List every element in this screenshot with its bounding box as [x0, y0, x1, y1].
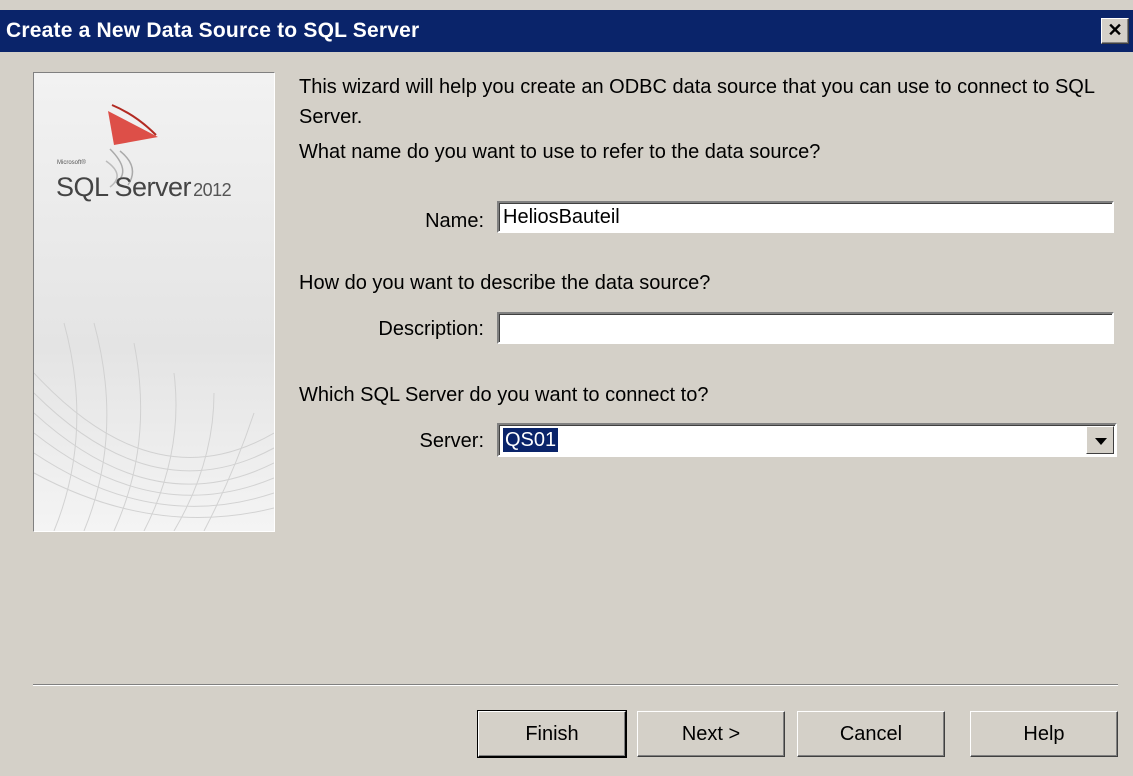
finish-button[interactable]: Finish	[477, 710, 627, 758]
close-icon: ✕	[1107, 20, 1123, 40]
description-question: How do you want to describe the data sou…	[299, 272, 711, 294]
microsoft-label: Microsoft®	[57, 160, 86, 166]
product-version: 2012	[193, 180, 232, 200]
server-label: Server:	[419, 430, 484, 452]
next-button[interactable]: Next >	[637, 711, 785, 757]
help-button[interactable]: Help	[970, 711, 1118, 757]
side-image-art	[34, 73, 274, 531]
server-combobox-value: QS01	[503, 428, 559, 452]
name-label: Name:	[425, 210, 484, 232]
intro-line-1: This wizard will help you create an ODBC…	[299, 76, 1095, 128]
product-logo-text: SQL Server 2012	[56, 172, 232, 203]
cancel-button[interactable]: Cancel	[797, 711, 945, 757]
wizard-dialog: Create a New Data Source to SQL Server ✕	[0, 0, 1133, 776]
button-separator	[33, 684, 1118, 686]
wizard-side-image: Microsoft® SQL Server 2012	[33, 72, 275, 532]
intro-text: This wizard will help you create an ODBC…	[299, 72, 1119, 167]
chevron-down-icon	[1095, 438, 1107, 445]
close-button[interactable]: ✕	[1101, 18, 1129, 44]
server-question: Which SQL Server do you want to connect …	[299, 384, 709, 406]
window-title: Create a New Data Source to SQL Server	[6, 19, 420, 42]
server-combobox[interactable]: QS01	[497, 423, 1117, 457]
server-dropdown-button[interactable]	[1086, 426, 1114, 454]
description-input[interactable]	[497, 312, 1114, 344]
name-input[interactable]: HeliosBauteil	[497, 201, 1114, 233]
description-label: Description:	[378, 318, 484, 340]
title-bar: Create a New Data Source to SQL Server ✕	[0, 10, 1133, 52]
product-name: SQL Server	[56, 172, 192, 202]
intro-line-2: What name do you want to use to refer to…	[299, 141, 821, 163]
name-input-value: HeliosBauteil	[503, 206, 620, 228]
